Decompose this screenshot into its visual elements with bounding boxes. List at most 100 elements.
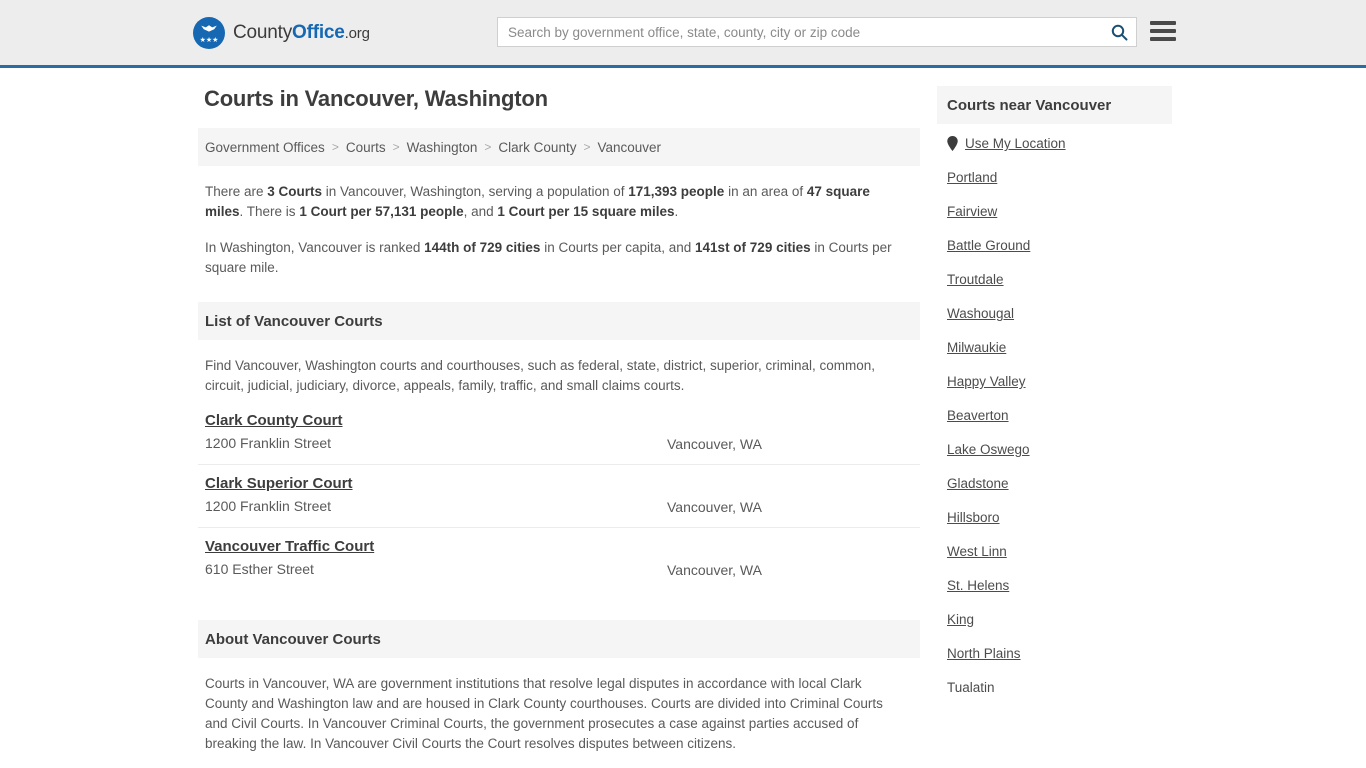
sidebar-item-gladstone[interactable]: Gladstone [947, 476, 1172, 491]
sidebar-heading: Courts near Vancouver [937, 86, 1172, 124]
sidebar-item-tualatin[interactable]: Tualatin [947, 680, 1172, 695]
sidebar-item-hillsboro[interactable]: Hillsboro [947, 510, 1172, 525]
breadcrumb-item-clark-county[interactable]: Clark County [498, 140, 576, 155]
breadcrumb-item-vancouver[interactable]: Vancouver [597, 140, 661, 155]
court-details: Vancouver Traffic Court 610 Esther Stree… [205, 538, 667, 577]
nearby-city-link[interactable]: Gladstone [947, 476, 1009, 491]
sidebar-item-lake-oswego[interactable]: Lake Oswego [947, 442, 1172, 457]
sidebar: Courts near Vancouver Use My Location Po… [937, 86, 1172, 714]
search-bar[interactable] [497, 17, 1137, 47]
nearby-city-link[interactable]: Tualatin [947, 680, 995, 695]
nearby-city-link[interactable]: Happy Valley [947, 374, 1026, 389]
court-city: Vancouver, WA [667, 436, 762, 452]
sidebar-item-king[interactable]: King [947, 612, 1172, 627]
map-pin-icon [947, 136, 958, 151]
nearby-city-link[interactable]: Fairview [947, 204, 997, 219]
stat-text: . [674, 204, 679, 219]
stat-court-count: 3 Courts [267, 184, 323, 199]
court-details: Clark County Court 1200 Franklin Street [205, 412, 667, 451]
table-row: Clark Superior Court 1200 Franklin Stree… [198, 465, 920, 528]
breadcrumb-item-courts[interactable]: Courts [346, 140, 386, 155]
rank-per-square-mile: 141st of 729 cities [695, 240, 811, 255]
stat-text: , and [463, 204, 498, 219]
page-title: Courts in Vancouver, Washington [204, 86, 548, 111]
page-body: Courts in Vancouver, Washington Governme… [0, 68, 1366, 768]
search-input[interactable] [498, 18, 1102, 46]
court-name-link[interactable]: Clark County Court [205, 412, 343, 429]
breadcrumb-separator-icon: > [392, 140, 400, 154]
hamburger-menu-icon[interactable] [1150, 18, 1176, 44]
use-my-location-link[interactable]: Use My Location [965, 136, 1066, 151]
court-address: 1200 Franklin Street [205, 435, 332, 451]
nearby-city-link[interactable]: Troutdale [947, 272, 1004, 287]
nearby-city-link[interactable]: Battle Ground [947, 238, 1030, 253]
nearby-city-link[interactable]: Hillsboro [947, 510, 1000, 525]
court-address: 1200 Franklin Street [205, 498, 332, 514]
stars-icon: ★★★ [199, 36, 219, 44]
sidebar-item-st-helens[interactable]: St. Helens [947, 578, 1172, 593]
court-name-link[interactable]: Clark Superior Court [205, 475, 353, 492]
sidebar-item-use-my-location[interactable]: Use My Location [947, 136, 1172, 151]
sidebar-item-portland[interactable]: Portland [947, 170, 1172, 185]
list-section-description: Find Vancouver, Washington courts and co… [205, 358, 876, 393]
site-logo-text: CountyOffice.org [233, 22, 370, 44]
breadcrumb-separator-icon: > [583, 140, 591, 154]
nearby-city-link[interactable]: Washougal [947, 306, 1014, 321]
content-row: Courts in Vancouver, Washington Governme… [0, 68, 1366, 768]
about-section-heading: About Vancouver Courts [198, 620, 920, 658]
main-column: Courts in Vancouver, Washington Governme… [198, 86, 920, 768]
court-list: Clark County Court 1200 Franklin Street … [198, 402, 920, 590]
table-row: Vancouver Traffic Court 610 Esther Stree… [198, 528, 920, 590]
sidebar-item-fairview[interactable]: Fairview [947, 204, 1172, 219]
court-details: Clark Superior Court 1200 Franklin Stree… [205, 475, 667, 514]
breadcrumb: Government Offices > Courts > Washington… [198, 128, 920, 166]
statistics-paragraph: There are 3 Courts in Vancouver, Washing… [205, 182, 905, 222]
stat-text: There are [205, 184, 268, 199]
breadcrumb-item-washington[interactable]: Washington [407, 140, 478, 155]
logo-text-part2: Office [292, 21, 345, 43]
breadcrumb-item-government-offices[interactable]: Government Offices [205, 140, 325, 155]
search-icon [1111, 24, 1127, 40]
nearby-city-link[interactable]: West Linn [947, 544, 1007, 559]
stat-text: in Vancouver, Washington, serving a popu… [322, 184, 629, 199]
list-section-heading: List of Vancouver Courts [198, 302, 920, 340]
court-city: Vancouver, WA [667, 562, 762, 578]
sidebar-item-happy-valley[interactable]: Happy Valley [947, 374, 1172, 389]
court-address: 610 Esther Street [205, 561, 314, 577]
rank-per-capita: 144th of 729 cities [424, 240, 541, 255]
site-header: ★★★ CountyOffice.org [0, 0, 1366, 68]
rank-text: in Courts per capita, and [540, 240, 696, 255]
sidebar-item-west-linn[interactable]: West Linn [947, 544, 1172, 559]
rank-text: In Washington, Vancouver is ranked [205, 240, 425, 255]
sidebar-item-beaverton[interactable]: Beaverton [947, 408, 1172, 423]
menu-bar-3 [1150, 37, 1176, 41]
ranking-paragraph: In Washington, Vancouver is ranked 144th… [205, 238, 905, 278]
eagle-icon [201, 24, 217, 32]
breadcrumb-separator-icon: > [484, 140, 492, 154]
nearby-city-link[interactable]: Milwaukie [947, 340, 1006, 355]
stat-text: . There is [239, 204, 300, 219]
menu-bar-2 [1150, 29, 1176, 33]
nearby-city-link[interactable]: Portland [947, 170, 997, 185]
search-button[interactable] [1102, 18, 1136, 46]
sidebar-item-battle-ground[interactable]: Battle Ground [947, 238, 1172, 253]
nearby-city-link[interactable]: North Plains [947, 646, 1021, 661]
sidebar-item-north-plains[interactable]: North Plains [947, 646, 1172, 661]
sidebar-item-troutdale[interactable]: Troutdale [947, 272, 1172, 287]
stat-per-capita: 1 Court per 57,131 people [299, 204, 464, 219]
nearby-city-link[interactable]: King [947, 612, 974, 627]
court-name-link[interactable]: Vancouver Traffic Court [205, 538, 374, 555]
sidebar-item-milwaukie[interactable]: Milwaukie [947, 340, 1172, 355]
stat-population: 171,393 people [628, 184, 725, 199]
nearby-city-link[interactable]: Beaverton [947, 408, 1009, 423]
court-city: Vancouver, WA [667, 499, 762, 515]
nearby-city-link[interactable]: St. Helens [947, 578, 1009, 593]
stat-text: in an area of [724, 184, 807, 199]
breadcrumb-separator-icon: > [331, 140, 339, 154]
logo-text-part3: .org [344, 24, 370, 42]
table-row: Clark County Court 1200 Franklin Street … [198, 402, 920, 465]
site-logo-link[interactable]: ★★★ CountyOffice.org [193, 16, 370, 49]
sidebar-item-washougal[interactable]: Washougal [947, 306, 1172, 321]
nearby-city-link[interactable]: Lake Oswego [947, 442, 1030, 457]
menu-bar-1 [1150, 21, 1176, 25]
